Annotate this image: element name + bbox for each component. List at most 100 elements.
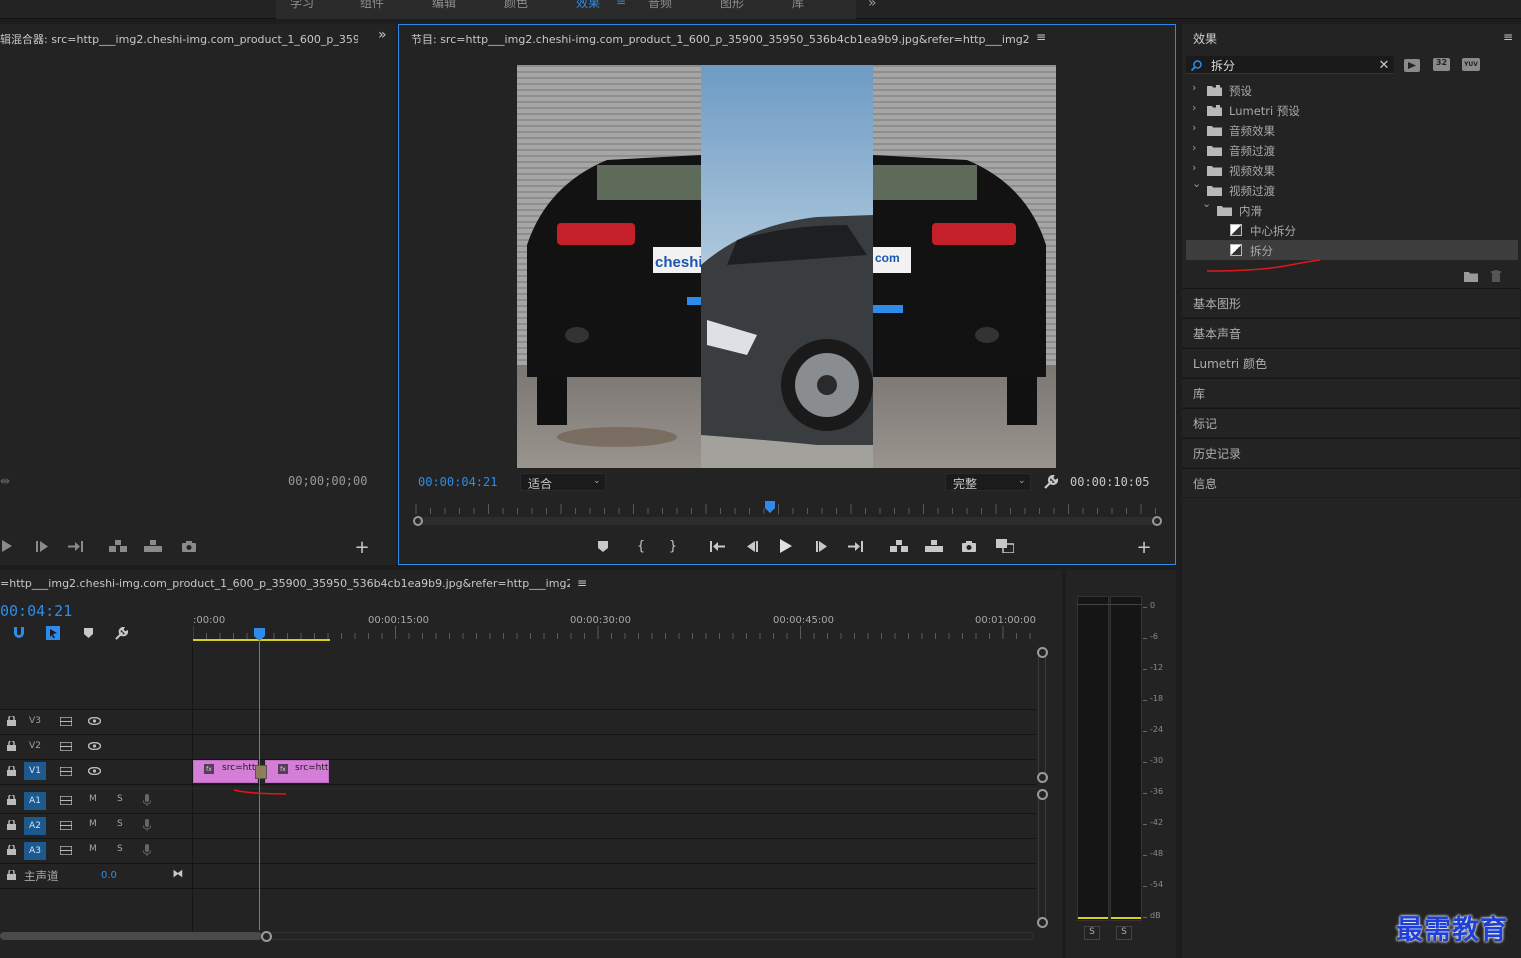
- track-label[interactable]: A1: [24, 792, 46, 810]
- chevron-right-icon[interactable]: ›: [1192, 161, 1196, 174]
- effects-tree-item[interactable]: ⌄ 内滑: [1186, 197, 1518, 220]
- tab-assembly[interactable]: 组件: [360, 0, 384, 11]
- microphone-icon[interactable]: [140, 843, 154, 857]
- program-scrub-track[interactable]: [418, 517, 1158, 525]
- solo-left-button[interactable]: S: [1084, 926, 1100, 940]
- side-panel-section[interactable]: 历史记录: [1182, 438, 1520, 467]
- transition-marker[interactable]: [255, 765, 267, 779]
- tab-effects-menu-icon[interactable]: ≡: [616, 0, 626, 8]
- go-to-end-icon[interactable]: ⧓: [170, 866, 186, 880]
- chevron-right-icon[interactable]: ›: [1192, 101, 1196, 114]
- microphone-icon[interactable]: [140, 793, 154, 807]
- effects-tree-item[interactable]: › 预设: [1186, 80, 1518, 100]
- side-panel-section[interactable]: 标记: [1182, 408, 1520, 437]
- scroll-handle[interactable]: [1037, 789, 1048, 800]
- tab-graphics[interactable]: 图形: [720, 0, 744, 11]
- timeline-scrollbar-vertical[interactable]: [1038, 652, 1046, 780]
- program-playhead-icon[interactable]: [765, 501, 775, 513]
- chevron-right-icon[interactable]: ›: [1192, 141, 1196, 154]
- play-icon[interactable]: [778, 535, 794, 557]
- timeline-playhead-icon[interactable]: [254, 628, 265, 641]
- chevron-down-icon[interactable]: ⌄: [1202, 197, 1211, 210]
- side-panel-section[interactable]: 基本图形: [1182, 288, 1520, 317]
- go-to-in-icon[interactable]: [708, 535, 726, 557]
- source-add-button[interactable]: +: [354, 536, 370, 558]
- side-panel-section[interactable]: 基本声音: [1182, 318, 1520, 347]
- filmstrip-icon[interactable]: [58, 793, 74, 807]
- solo-button[interactable]: S: [117, 794, 123, 804]
- tab-color[interactable]: 颜色: [504, 0, 528, 11]
- scroll-handle[interactable]: [1037, 647, 1048, 658]
- filmstrip-icon[interactable]: [58, 764, 74, 778]
- quality-dropdown[interactable]: 完整 ⌄: [945, 473, 1031, 491]
- clear-search-icon[interactable]: ✕: [1376, 57, 1392, 73]
- track-label[interactable]: A2: [24, 817, 46, 835]
- lock-icon[interactable]: [4, 739, 18, 753]
- tab-libraries[interactable]: 库: [792, 0, 804, 11]
- track-label[interactable]: A3: [24, 842, 46, 860]
- mute-button[interactable]: M: [89, 794, 97, 804]
- program-panel-title[interactable]: 节目: src=http___img2.cheshi-img.com_produ…: [411, 31, 1029, 47]
- step-forward-icon[interactable]: [34, 536, 50, 556]
- mark-out-icon[interactable]: }: [666, 535, 680, 557]
- insert-icon[interactable]: [108, 536, 128, 556]
- video-clip[interactable]: fx src=htt: [265, 760, 329, 783]
- mute-button[interactable]: M: [89, 844, 97, 854]
- yuv-effects-icon[interactable]: YUV: [1462, 58, 1480, 71]
- timeline-ruler[interactable]: :00:00 00:00:15:00 00:00:30:00 00:00:45:…: [193, 612, 1038, 644]
- effects-search-box[interactable]: 拆分 ✕: [1186, 56, 1394, 74]
- video-clip[interactable]: fx src=htt: [193, 760, 258, 783]
- wrench-icon[interactable]: [1042, 473, 1060, 491]
- fit-dropdown[interactable]: 适合 ⌄: [520, 473, 606, 491]
- source-panel-title[interactable]: 辑混合器: src=http___img2.cheshi-img.com_pro…: [0, 31, 358, 47]
- workspace-more-icon[interactable]: »: [868, 0, 877, 11]
- effects-tree-item[interactable]: › 视频效果: [1186, 160, 1518, 180]
- scroll-handle[interactable]: [1037, 772, 1048, 783]
- track-label[interactable]: V2: [24, 737, 46, 755]
- lock-icon[interactable]: [4, 793, 18, 807]
- mark-in-icon[interactable]: {: [634, 535, 648, 557]
- scroll-handle[interactable]: [261, 931, 272, 942]
- solo-right-button[interactable]: S: [1116, 926, 1132, 940]
- tab-learn[interactable]: 学习: [290, 0, 314, 11]
- new-bin-icon[interactable]: [1462, 268, 1480, 284]
- timeline-scrollbar-track[interactable]: [268, 932, 1034, 940]
- lock-icon[interactable]: [4, 818, 18, 832]
- lock-icon[interactable]: [4, 868, 18, 882]
- trash-icon[interactable]: [1488, 268, 1504, 284]
- 32bit-effects-icon[interactable]: 32: [1433, 58, 1450, 71]
- timeline-scrollbar-vertical-audio[interactable]: [1038, 796, 1046, 920]
- eye-icon[interactable]: [86, 764, 102, 778]
- solo-button[interactable]: S: [117, 819, 123, 829]
- overwrite-icon[interactable]: [143, 536, 163, 556]
- lock-icon[interactable]: [4, 764, 18, 778]
- chevron-right-icon[interactable]: ›: [1192, 81, 1196, 94]
- effects-title[interactable]: 效果: [1193, 30, 1217, 47]
- eye-icon[interactable]: [86, 714, 102, 728]
- linked-selection-icon[interactable]: [44, 624, 62, 642]
- camera-icon[interactable]: [180, 536, 198, 556]
- solo-button[interactable]: S: [117, 844, 123, 854]
- step-back-icon[interactable]: [744, 535, 760, 557]
- effects-tree-item[interactable]: › Lumetri 预设: [1186, 100, 1518, 120]
- program-menu-icon[interactable]: ≡: [1036, 30, 1046, 44]
- play-icon[interactable]: [0, 536, 14, 556]
- extract-icon[interactable]: [923, 535, 945, 557]
- step-forward-icon[interactable]: [814, 535, 830, 557]
- timeline-settings-wrench-icon[interactable]: [112, 624, 130, 642]
- side-panel-section[interactable]: 信息: [1182, 468, 1520, 497]
- filmstrip-icon[interactable]: [58, 739, 74, 753]
- accelerated-effects-icon[interactable]: [1403, 57, 1421, 73]
- master-volume-value[interactable]: 0.0: [101, 870, 117, 881]
- effects-tree-item[interactable]: ⌄ 视频过渡: [1186, 177, 1518, 200]
- lock-icon[interactable]: [4, 843, 18, 857]
- go-to-out-icon[interactable]: [66, 536, 84, 556]
- timeline-menu-icon[interactable]: ≡: [577, 576, 587, 590]
- snap-icon[interactable]: [10, 624, 28, 642]
- filmstrip-icon[interactable]: [58, 818, 74, 832]
- eye-icon[interactable]: [86, 739, 102, 753]
- scrub-end-handle[interactable]: [1152, 516, 1162, 526]
- tab-audio[interactable]: 音频: [648, 0, 672, 11]
- effects-menu-icon[interactable]: ≡: [1503, 30, 1513, 44]
- effects-tree-item[interactable]: › 音频效果: [1186, 120, 1518, 140]
